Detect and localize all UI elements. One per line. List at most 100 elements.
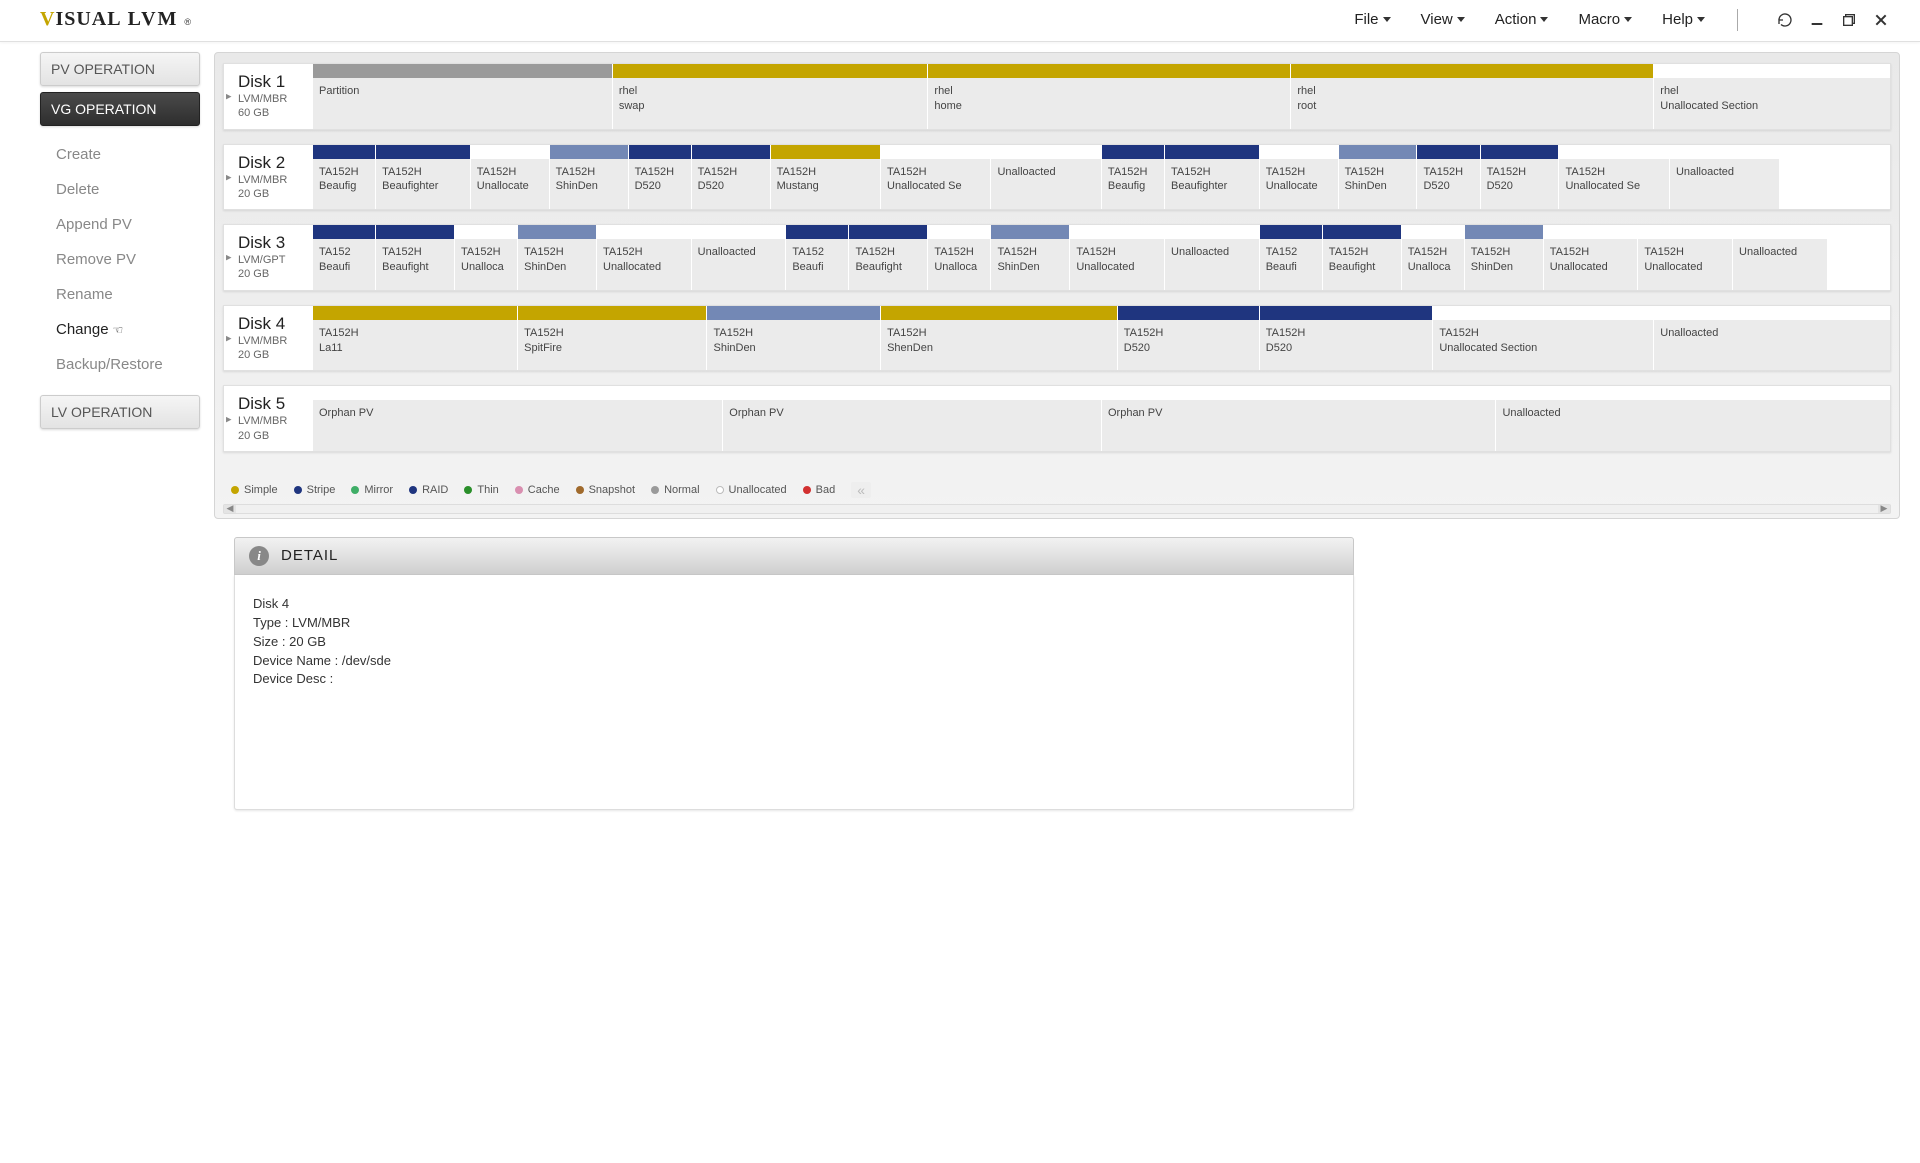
caret-down-icon (1383, 17, 1391, 22)
segment-color-bar (313, 64, 612, 78)
disk-segment[interactable]: TA152HUnallocated Section (1432, 306, 1653, 371)
disk-segment[interactable]: TA152Beaufi (312, 225, 375, 290)
disk-segment[interactable]: Orphan PV (312, 386, 722, 451)
disk-segment[interactable]: TA152HBeaufight (848, 225, 927, 290)
disk-row[interactable]: ▸Disk 5LVM/MBR20 GBOrphan PVOrphan PVOrp… (223, 385, 1891, 452)
disk-segment[interactable]: TA152HD520 (1117, 306, 1259, 371)
disk-segment[interactable]: TA152HUnallocated (1069, 225, 1164, 290)
disk-segment[interactable]: TA152HShinDen (706, 306, 880, 371)
disk-segment[interactable]: TA152Beaufi (785, 225, 848, 290)
minimize-button[interactable] (1808, 11, 1826, 29)
sidebar-group-lv[interactable]: LV OPERATION (40, 395, 200, 429)
disk-segment[interactable]: TA152HD520 (1416, 145, 1479, 210)
disk-segment[interactable]: TA152HShinDen (1464, 225, 1543, 290)
expand-icon[interactable]: ▸ (226, 90, 232, 103)
disk-segment[interactable]: TA152HD520 (1480, 145, 1559, 210)
disk-segment[interactable]: TA152HUnallocate (1259, 145, 1338, 210)
menu-macro[interactable]: Macro (1578, 11, 1632, 28)
menu-help[interactable]: Help (1662, 11, 1705, 28)
disk-segment[interactable]: TA152HBeaufighter (1164, 145, 1259, 210)
disk-segment[interactable]: Partition (312, 64, 612, 129)
sidebar-group-pv[interactable]: PV OPERATION (40, 52, 200, 86)
legend-label: Unallocated (729, 484, 787, 496)
disk-segment[interactable]: TA152HMustang (770, 145, 880, 210)
menu-action[interactable]: Action (1495, 11, 1549, 28)
sidebar-item-append-pv[interactable]: Append PV (50, 208, 200, 241)
disk-segment[interactable]: TA152HShinDen (549, 145, 628, 210)
disk-segment[interactable]: TA152HUnallocated (1543, 225, 1638, 290)
disk-segment[interactable]: TA152HShinDen (517, 225, 596, 290)
disk-segment[interactable]: TA152HUnalloca (1401, 225, 1464, 290)
disk-segment[interactable]: Orphan PV (1101, 386, 1496, 451)
legend-collapse-icon[interactable]: « (851, 482, 871, 498)
disk-segment[interactable]: rhelhome (927, 64, 1290, 129)
sidebar-item-remove-pv[interactable]: Remove PV (50, 243, 200, 276)
disk-segment[interactable]: TA152Beaufi (1259, 225, 1322, 290)
maximize-button[interactable] (1840, 11, 1858, 29)
disk-segment[interactable]: TA152HLa11 (312, 306, 517, 371)
disk-segment[interactable]: TA152HUnalloca (454, 225, 517, 290)
disk-segment[interactable]: TA152HUnallocated (596, 225, 691, 290)
caret-down-icon (1457, 17, 1465, 22)
disk-segment[interactable]: TA152HUnallocated Se (880, 145, 990, 210)
disk-segment[interactable]: TA152HBeaufig (312, 145, 375, 210)
sidebar-group-vg[interactable]: VG OPERATION (40, 92, 200, 126)
disk-segment[interactable]: rhelroot (1290, 64, 1653, 129)
disk-head[interactable]: ▸Disk 5LVM/MBR20 GB (224, 386, 312, 451)
segment-label-1: TA152H (524, 245, 590, 260)
disk-segment[interactable]: TA152HUnallocate (470, 145, 549, 210)
sidebar-item-rename[interactable]: Rename (50, 278, 200, 311)
disk-segment[interactable]: TA152HBeaufight (375, 225, 454, 290)
disk-segment[interactable]: TA152HBeaufight (1322, 225, 1401, 290)
disk-head[interactable]: ▸Disk 2LVM/MBR20 GB (224, 145, 312, 210)
segment-color-bar (471, 145, 549, 159)
expand-icon[interactable]: ▸ (226, 332, 232, 345)
disk-segment[interactable]: Unalloacted (1164, 225, 1259, 290)
menu-file[interactable]: File (1354, 11, 1390, 28)
disk-segment[interactable]: TA152HD520 (691, 145, 770, 210)
menu-view[interactable]: View (1421, 11, 1465, 28)
disk-head[interactable]: ▸Disk 3LVM/GPT20 GB (224, 225, 312, 290)
disk-row[interactable]: ▸Disk 2LVM/MBR20 GBTA152HBeaufigTA152HBe… (223, 144, 1891, 211)
disk-head[interactable]: ▸Disk 1LVM/MBR60 GB (224, 64, 312, 129)
disk-segment[interactable]: Unalloacted (691, 225, 786, 290)
disk-segment[interactable]: TA152HShinDen (990, 225, 1069, 290)
disk-head[interactable]: ▸Disk 4LVM/MBR20 GB (224, 306, 312, 371)
disk-segment[interactable]: TA152HUnalloca (927, 225, 990, 290)
sidebar-item-backup-restore[interactable]: Backup/Restore (50, 348, 200, 381)
disk-segment[interactable]: TA152HD520 (1259, 306, 1433, 371)
disk-segment[interactable]: Unalloacted (1669, 145, 1779, 210)
disk-segment[interactable]: TA152HBeaufig (1101, 145, 1164, 210)
segment-color-bar (1654, 306, 1890, 320)
horizontal-scrollbar[interactable]: ◀ ▶ (223, 504, 1891, 514)
disk-segment[interactable]: Unalloacted (1653, 306, 1890, 371)
disk-segment[interactable]: TA152HD520 (628, 145, 691, 210)
close-button[interactable] (1872, 11, 1890, 29)
disk-row[interactable]: ▸Disk 4LVM/MBR20 GBTA152HLa11TA152HSpitF… (223, 305, 1891, 372)
segment-body: TA152HD520 (1260, 320, 1433, 371)
disk-row[interactable]: ▸Disk 1LVM/MBR60 GBPartitionrhelswaprhel… (223, 63, 1891, 130)
disk-row[interactable]: ▸Disk 3LVM/GPT20 GBTA152BeaufiTA152HBeau… (223, 224, 1891, 291)
sidebar-item-delete[interactable]: Delete (50, 173, 200, 206)
disk-segment[interactable]: Unalloacted (990, 145, 1100, 210)
refresh-button[interactable] (1776, 11, 1794, 29)
disk-segment[interactable]: TA152HUnallocated Se (1558, 145, 1668, 210)
sidebar-item-change[interactable]: Change☜ (50, 313, 200, 346)
disk-segment[interactable]: TA152HUnallocated (1637, 225, 1732, 290)
disk-segment[interactable]: rhelswap (612, 64, 928, 129)
expand-icon[interactable]: ▸ (226, 251, 232, 264)
segment-label-1: TA152 (319, 245, 369, 260)
disk-segment[interactable]: Unalloacted (1495, 386, 1890, 451)
disk-segment[interactable]: rhelUnallocated Section (1653, 64, 1890, 129)
scroll-left-icon[interactable]: ◀ (224, 505, 236, 513)
sidebar-item-create[interactable]: Create (50, 138, 200, 171)
disk-segment[interactable]: TA152HShenDen (880, 306, 1117, 371)
scroll-right-icon[interactable]: ▶ (1878, 505, 1890, 513)
expand-icon[interactable]: ▸ (226, 412, 232, 425)
disk-segment[interactable]: Unalloacted (1732, 225, 1827, 290)
expand-icon[interactable]: ▸ (226, 170, 232, 183)
disk-segment[interactable]: TA152HBeaufighter (375, 145, 470, 210)
disk-segment[interactable]: TA152HSpitFire (517, 306, 706, 371)
disk-segment[interactable]: TA152HShinDen (1338, 145, 1417, 210)
disk-segment[interactable]: Orphan PV (722, 386, 1101, 451)
